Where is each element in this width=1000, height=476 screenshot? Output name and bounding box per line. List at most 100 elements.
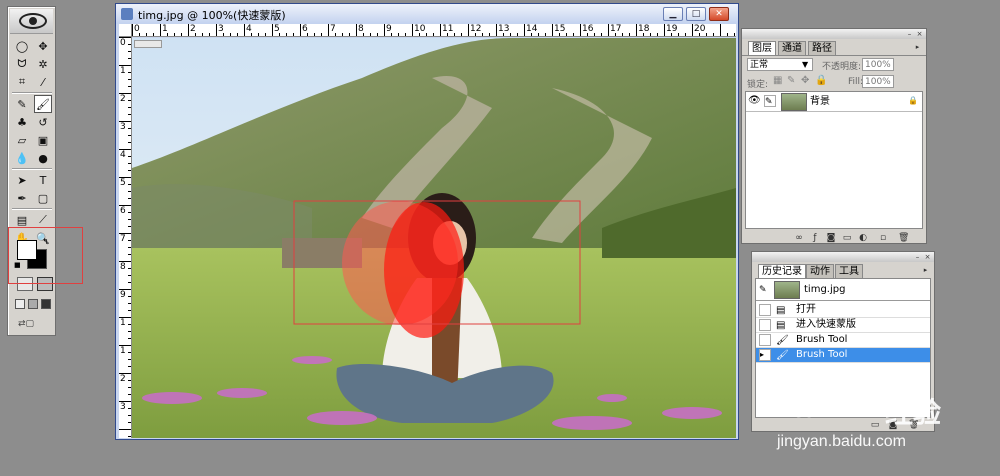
ruler-vertical[interactable]: 0 1 2 3 4 5 6 7 8 9 1 1 2 3	[119, 37, 132, 438]
ruler-top-label: 1	[162, 24, 168, 34]
lock-all-icon[interactable]: 🔒	[815, 75, 827, 86]
layers-panel-titlebar[interactable]: – ×	[742, 29, 926, 39]
tab-tools[interactable]: 工具	[835, 264, 863, 278]
marquee-tool-icon[interactable]: ◯	[13, 37, 31, 55]
ruler-origin[interactable]	[119, 24, 132, 37]
dodge-tool-icon[interactable]: ●	[34, 149, 52, 167]
eraser-tool-icon[interactable]: ▱	[13, 131, 31, 149]
document-titlebar[interactable]: timg.jpg @ 100%(快速蒙版) ▁ □ ✕	[116, 4, 738, 24]
history-source-brush-icon[interactable]: ✎	[759, 284, 771, 296]
brush-tool-icon[interactable]: 🖌	[34, 95, 52, 113]
history-panel-titlebar[interactable]: – ×	[752, 252, 934, 262]
new-group-icon[interactable]: ▭	[842, 233, 852, 243]
history-state-label: 打开	[796, 304, 816, 315]
ruler-left-label: 3	[120, 122, 126, 132]
ruler-top-label: 7	[330, 24, 336, 34]
ruler-left-label: 5	[120, 178, 126, 188]
panel-minimize-icon[interactable]: –	[913, 253, 922, 261]
ruler-left-label: 1	[120, 318, 126, 328]
history-state-label: 进入快速蒙版	[796, 319, 856, 330]
layer-row-background[interactable]: 👁 ✎ 背景 🔒	[746, 92, 922, 112]
image-canvas[interactable]	[132, 38, 736, 438]
crop-tool-icon[interactable]: ⌗	[13, 73, 31, 91]
brush-state-icon: 🖌	[776, 335, 789, 346]
ruler-left-label: 2	[120, 374, 126, 384]
layer-mask-icon[interactable]: ◙	[826, 233, 836, 243]
path-selection-tool-icon[interactable]: ➤	[13, 171, 31, 189]
toolbox-divider	[12, 92, 52, 94]
ruler-top-label: 20	[694, 24, 706, 34]
fill-input[interactable]: 100%	[862, 75, 894, 88]
type-tool-icon[interactable]: T	[34, 171, 52, 189]
history-state-row[interactable]: 🖌 Brush Tool	[756, 333, 930, 348]
snapshot-thumbnail	[774, 281, 800, 299]
ruler-top-label: 14	[526, 24, 538, 34]
panel-menu-icon[interactable]: ▸	[921, 266, 930, 274]
lasso-tool-icon[interactable]: ᗢ	[13, 55, 31, 73]
tab-actions[interactable]: 动作	[806, 264, 834, 278]
link-layers-icon[interactable]: ∞	[794, 233, 804, 243]
fill-label: Fill:	[848, 77, 864, 87]
clone-stamp-tool-icon[interactable]: ♣	[13, 113, 31, 131]
lock-transparency-icon[interactable]: ▦	[773, 75, 782, 86]
ruler-left-label: 8	[120, 262, 126, 272]
brush-state-icon: 🖌	[776, 350, 789, 361]
tab-layers[interactable]: 图层	[748, 41, 776, 55]
lock-image-icon[interactable]: ✎	[787, 75, 795, 86]
ruler-left-label: 2	[120, 94, 126, 104]
ruler-top-label: 10	[414, 24, 426, 34]
panel-menu-icon[interactable]: ▸	[913, 43, 922, 51]
history-source-checkbox[interactable]	[759, 334, 771, 346]
panel-minimize-icon[interactable]: –	[905, 30, 914, 38]
layer-style-icon[interactable]: ƒ	[810, 233, 820, 243]
shape-tool-icon[interactable]: ▢	[34, 189, 52, 207]
layer-visibility-eye-icon[interactable]: 👁	[748, 95, 761, 107]
history-state-row[interactable]: ▤ 打开	[756, 303, 930, 318]
panel-close-icon[interactable]: ×	[923, 253, 932, 261]
tab-history[interactable]: 历史记录	[758, 264, 806, 278]
magic-wand-tool-icon[interactable]: ✲	[34, 55, 52, 73]
jump-to-imageready-icon[interactable]: ⇄▢	[18, 319, 48, 331]
history-source-checkbox[interactable]	[759, 304, 771, 316]
photo-image	[132, 38, 736, 438]
opacity-input[interactable]: 100%	[862, 58, 894, 71]
pen-tool-icon[interactable]: ✒	[13, 189, 31, 207]
ruler-top-label: 8	[358, 24, 364, 34]
gradient-tool-icon[interactable]: ▣	[34, 131, 52, 149]
watermark-brand-left: Bai	[767, 387, 823, 425]
tab-paths[interactable]: 路径	[808, 41, 836, 55]
panel-close-icon[interactable]: ×	[915, 30, 924, 38]
layer-name: 背景	[810, 96, 830, 107]
layer-thumbnail	[781, 93, 807, 111]
swatch-annotation-box	[8, 227, 83, 284]
ruler-top-label: 11	[442, 24, 454, 34]
history-state-row[interactable]: ▤ 进入快速蒙版	[756, 318, 930, 333]
adjustment-layer-icon[interactable]: ◐	[858, 233, 868, 243]
slice-tool-icon[interactable]: ⁄	[34, 73, 52, 91]
lock-label: 锁定:	[747, 80, 769, 90]
move-tool-icon[interactable]: ✥	[34, 37, 52, 55]
maximize-button[interactable]: □	[686, 7, 706, 21]
screen-mode-full-menu-icon[interactable]	[28, 299, 38, 309]
tab-channels[interactable]: 通道	[778, 41, 806, 55]
healing-brush-tool-icon[interactable]: ✎	[13, 95, 31, 113]
document-window: timg.jpg @ 100%(快速蒙版) ▁ □ ✕ 0 1 2 3 4 5 6 7 8 9 10…	[115, 3, 739, 440]
delete-layer-icon[interactable]: 🗑	[898, 233, 909, 243]
screen-mode-standard-icon[interactable]	[15, 299, 25, 309]
snapshot-name: timg.jpg	[804, 284, 846, 295]
minimize-button[interactable]: ▁	[663, 7, 683, 21]
history-snapshot-row[interactable]: ✎ timg.jpg	[756, 279, 930, 301]
layers-panel: – × 图层 通道 路径 ▸ 正常 ▼ 不透明度: 100% 锁定: ▦ ✎ ✥…	[741, 28, 927, 244]
quick-mask-state-icon: ▤	[776, 320, 786, 331]
history-brush-tool-icon[interactable]: ↺	[34, 113, 52, 131]
history-source-checkbox[interactable]: ▸	[759, 349, 771, 361]
blur-tool-icon[interactable]: 💧	[13, 149, 31, 167]
toolbox-header[interactable]	[10, 9, 53, 34]
screen-mode-full-icon[interactable]	[41, 299, 51, 309]
new-layer-icon[interactable]: ▫	[878, 233, 888, 243]
history-state-row[interactable]: ▸ 🖌 Brush Tool	[756, 348, 930, 363]
close-button[interactable]: ✕	[709, 7, 729, 21]
history-source-checkbox[interactable]	[759, 319, 771, 331]
ruler-horizontal[interactable]: 0 1 2 3 4 5 6 7 8 9 10 11 12 13 14 15 16 17 18 19 20	[132, 24, 736, 37]
lock-position-icon[interactable]: ✥	[801, 75, 809, 86]
